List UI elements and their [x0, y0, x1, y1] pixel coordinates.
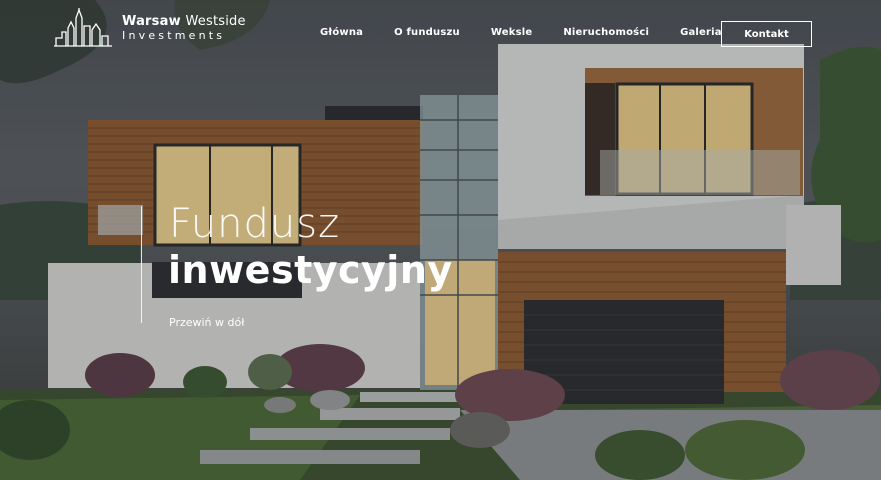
- brand-name-light: Westside: [185, 14, 246, 29]
- brand-name: Warsaw Westside: [122, 15, 246, 28]
- brand-subtitle: Investments: [122, 29, 226, 42]
- brand-logo[interactable]: Warsaw Westside Investments: [54, 8, 246, 48]
- contact-button[interactable]: Kontakt: [721, 21, 812, 47]
- nav-item-galeria[interactable]: Galeria: [680, 27, 722, 38]
- hero-section: Warsaw Westside Investments Główna O fun…: [0, 0, 881, 480]
- nav-item-weksle[interactable]: Weksle: [491, 27, 532, 38]
- nav-item-o-funduszu[interactable]: O funduszu: [394, 27, 460, 38]
- hero-title-line2: inwestycyjny: [168, 248, 453, 292]
- nav-item-glowna[interactable]: Główna: [320, 27, 363, 38]
- main-nav: Główna O funduszu Weksle Nieruchomości G…: [320, 27, 753, 38]
- hero-dim-overlay: [0, 0, 881, 480]
- site-header: Warsaw Westside Investments Główna O fun…: [0, 0, 881, 70]
- headline-divider: [141, 206, 142, 323]
- brand-text: Warsaw Westside Investments: [122, 15, 246, 41]
- brand-name-bold: Warsaw: [122, 14, 181, 29]
- city-skyline-logo-icon: [54, 8, 112, 47]
- hero-title-line1: Fundusz: [169, 201, 341, 247]
- nav-item-nieruchomosci[interactable]: Nieruchomości: [563, 27, 649, 38]
- scroll-down-link[interactable]: Przewiń w dół: [169, 316, 244, 329]
